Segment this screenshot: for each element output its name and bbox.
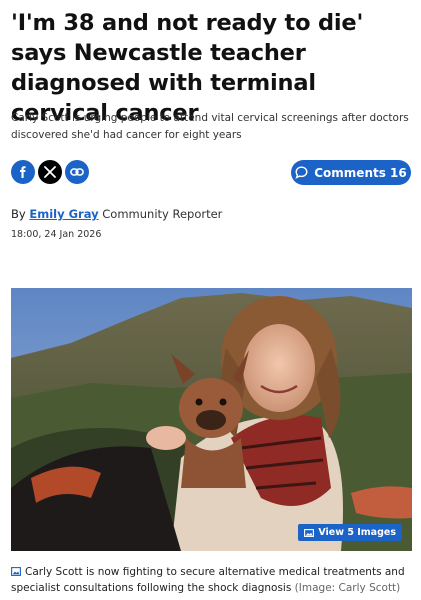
author-link[interactable]: Emily Gray: [29, 207, 98, 221]
link-icon: [70, 168, 84, 176]
comments-label: Comments 16: [314, 165, 407, 180]
standfirst: Carly Scott is urging people to attend v…: [11, 112, 409, 141]
byline: By Emily Gray Community Reporter: [11, 207, 222, 221]
camera-icon: [11, 567, 21, 576]
comment-bubble-icon: [295, 166, 308, 179]
view-images-label: View 5 Images: [318, 527, 396, 538]
image-caption: Carly Scott is now fighting to secure al…: [11, 564, 413, 596]
facebook-icon: [20, 166, 26, 178]
byline-prefix: By: [11, 207, 26, 221]
hero-image[interactable]: View 5 Images: [11, 288, 412, 551]
share-bar: Comments 16: [11, 160, 411, 186]
x-twitter-icon: [44, 166, 56, 178]
view-images-button[interactable]: View 5 Images: [298, 524, 402, 541]
image-credit: (Image: Carly Scott): [294, 582, 401, 594]
comments-button[interactable]: Comments 16: [291, 160, 411, 185]
publish-timestamp: 18:00, 24 Jan 2026: [11, 229, 102, 240]
copy-link-button[interactable]: [65, 160, 89, 184]
author-role: Community Reporter: [102, 207, 223, 221]
article: 'I'm 38 and not ready to die' says Newca…: [0, 0, 421, 600]
share-facebook-button[interactable]: [11, 160, 35, 184]
hero-photo: [11, 288, 412, 551]
gallery-icon: [304, 528, 315, 537]
share-x-button[interactable]: [38, 160, 62, 184]
